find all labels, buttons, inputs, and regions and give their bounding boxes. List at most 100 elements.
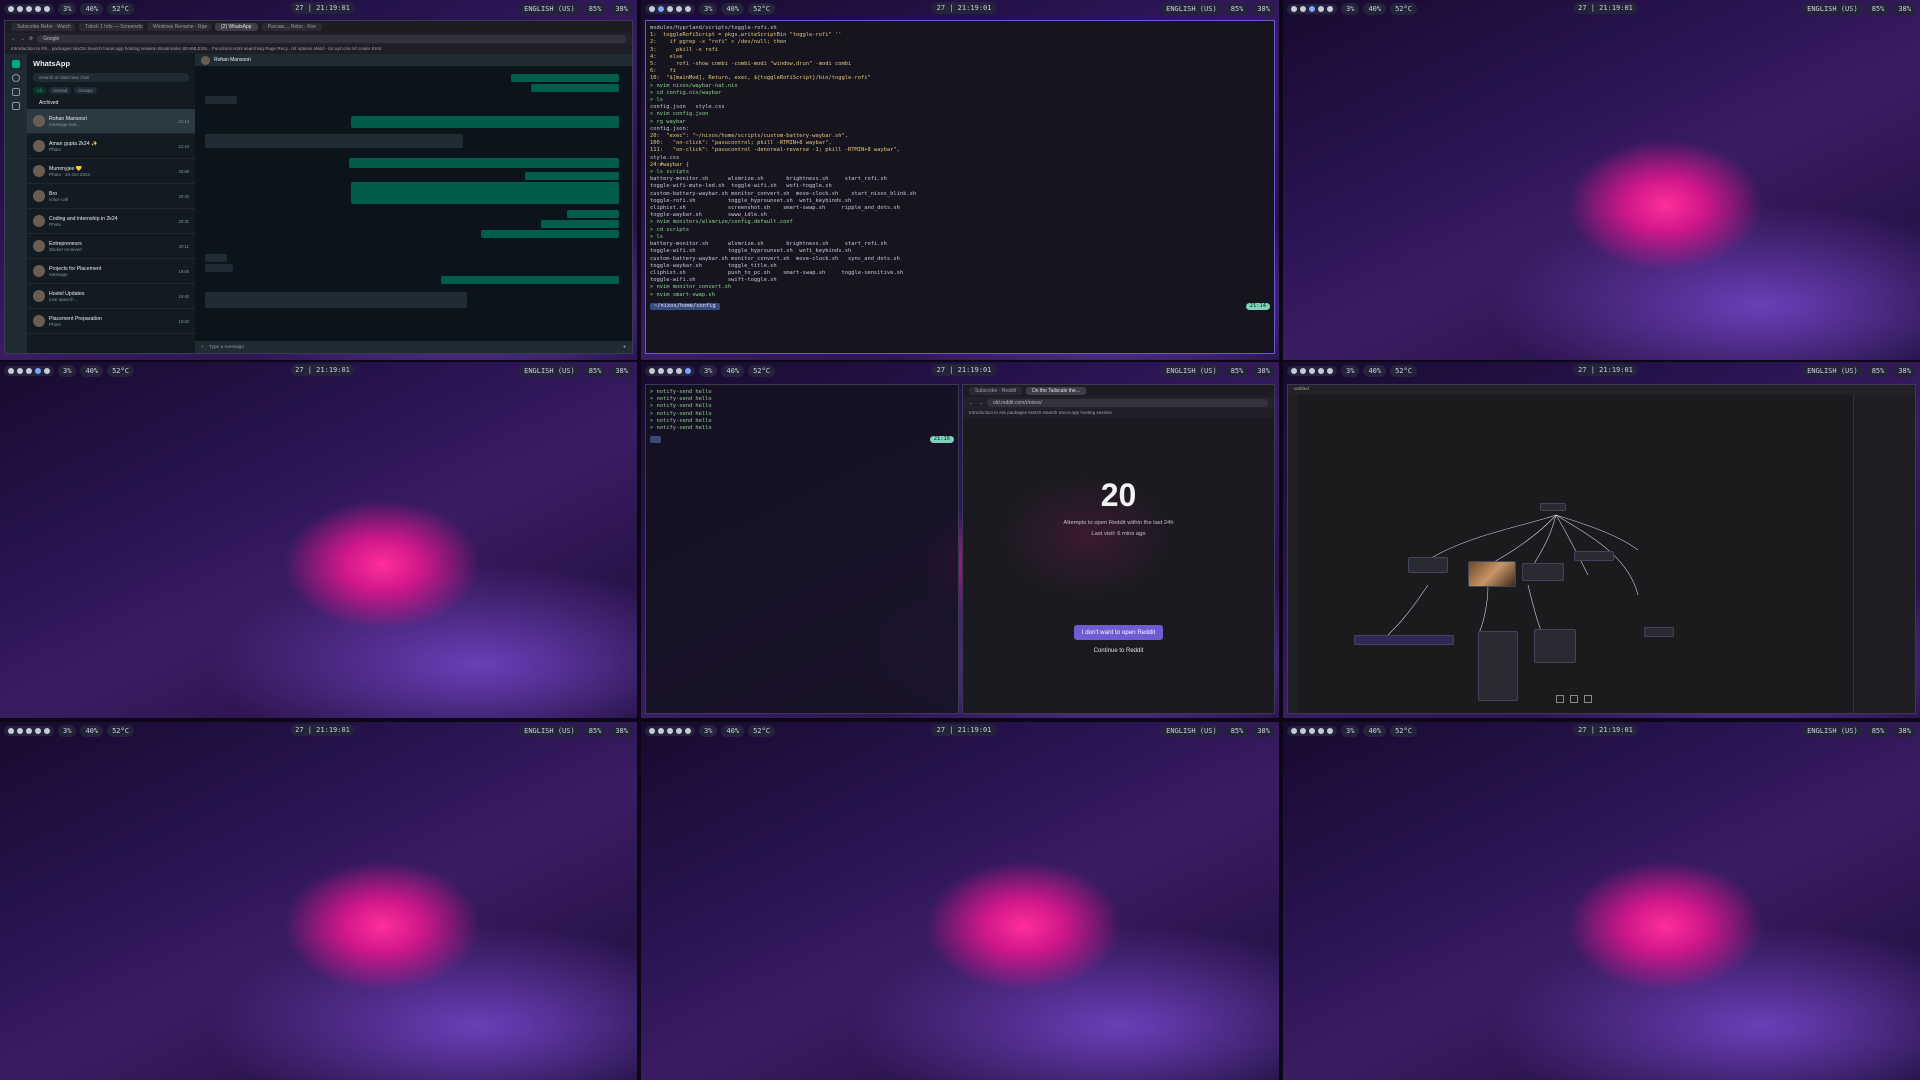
chats-icon[interactable] xyxy=(12,60,20,68)
language-indicator[interactable]: ENGLISH (US) xyxy=(519,725,580,737)
clock[interactable]: 27 | 21:19:01 xyxy=(1573,724,1638,736)
chat-list-item[interactable]: Coding and internship in 2k24 Photo 20:31 xyxy=(27,209,195,234)
clock[interactable]: 27 | 21:19:01 xyxy=(1573,364,1638,376)
image-node[interactable] xyxy=(1468,561,1516,587)
tab[interactable]: Subscribe · Reddit xyxy=(969,387,1023,395)
node[interactable] xyxy=(1354,635,1454,645)
terminal-window[interactable]: modules/hyprland/scripts/toggle-rofi.sh 1… xyxy=(645,20,1275,354)
filter-unread[interactable]: Unread xyxy=(48,87,72,94)
clock[interactable]: 27 | 21:19:01 xyxy=(290,364,355,376)
workspace-dots[interactable] xyxy=(645,726,695,736)
chat-list-item[interactable]: Projects for Placement message 19:55 xyxy=(27,259,195,284)
bookmarks-bar[interactable]: Introduction to Rli... packages NixOS Se… xyxy=(5,45,632,54)
mic-icon[interactable]: ● xyxy=(623,345,626,350)
terminal-line: > ls xyxy=(650,233,663,240)
node[interactable] xyxy=(1408,557,1448,573)
node[interactable] xyxy=(1540,503,1566,511)
message-input[interactable]: Type a message xyxy=(209,345,618,350)
workspace-dots[interactable] xyxy=(1287,726,1337,736)
prompt-line[interactable]: 21:16 xyxy=(650,436,954,444)
attach-icon[interactable]: + xyxy=(201,345,204,350)
dont-open-button[interactable]: I don't want to open Reddit xyxy=(1073,625,1164,640)
address-field[interactable]: old.reddit.com/r/nixos/ xyxy=(987,399,1268,407)
volume-indicator[interactable]: 85% xyxy=(583,365,607,377)
tab-whatsapp[interactable]: (2) WhatsApp xyxy=(215,23,258,31)
clock[interactable]: 27 | 21:19:01 xyxy=(290,2,355,14)
tab-active[interactable]: Do the Tailscale the... xyxy=(1026,387,1086,395)
top-bar: 3% 40% 52°C 27 | 21:19:01 ENGLISH (US) 8… xyxy=(0,722,637,740)
volume-indicator[interactable]: 85% xyxy=(1225,3,1249,15)
volume-indicator[interactable]: 85% xyxy=(1866,725,1890,737)
status-icon[interactable] xyxy=(12,74,20,82)
message-bubble xyxy=(205,134,463,148)
volume-indicator[interactable]: 85% xyxy=(1225,365,1249,377)
chat-list-item[interactable]: Placement Preparation Photo 19:20 xyxy=(27,309,195,334)
avatar[interactable] xyxy=(201,55,210,65)
tab[interactable]: Subscribe Rebo · Watch xyxy=(11,23,75,31)
reload-icon[interactable]: ⟳ xyxy=(29,36,33,42)
chat-list-item[interactable]: Bro voice call 20:40 xyxy=(27,184,195,209)
volume-indicator[interactable]: 85% xyxy=(1225,725,1249,737)
forward-icon[interactable]: → xyxy=(20,36,25,42)
language-indicator[interactable]: ENGLISH (US) xyxy=(1802,3,1863,15)
communities-icon[interactable] xyxy=(12,102,20,110)
workspace-dots[interactable] xyxy=(1287,366,1337,376)
search-input[interactable]: Search or start new chat xyxy=(33,73,189,82)
workspace-dots[interactable] xyxy=(4,726,54,736)
language-indicator[interactable]: ENGLISH (US) xyxy=(1802,725,1863,737)
clock[interactable]: 27 | 21:19:01 xyxy=(1573,2,1638,14)
tab[interactable]: Windows Rename · Rpe xyxy=(147,23,211,31)
volume-indicator[interactable]: 85% xyxy=(1866,3,1890,15)
address-field[interactable]: Google xyxy=(37,35,626,43)
workspace-dots[interactable] xyxy=(645,4,695,14)
chat-list-item[interactable]: Aman gupta 2k24 ✨ Photo 21:10 xyxy=(27,134,195,159)
clock[interactable]: 27 | 21:19:01 xyxy=(931,364,997,376)
tool-icon[interactable] xyxy=(1570,695,1578,703)
terminal-window[interactable]: > notify-send hello > notify-send hello > … xyxy=(645,384,959,714)
clock[interactable]: 27 | 21:19:01 xyxy=(931,2,997,14)
node[interactable] xyxy=(1644,627,1674,637)
filter-groups[interactable]: Groups xyxy=(74,87,97,94)
chat-list-item[interactable]: Rohan Mansoori message text... 21:14 xyxy=(27,109,195,134)
workspace-dots[interactable] xyxy=(1287,4,1337,14)
tool-icon[interactable] xyxy=(1584,695,1592,703)
tab[interactable]: Parcaw..., Rebo · Fire xyxy=(261,23,322,31)
language-indicator[interactable]: ENGLISH (US) xyxy=(1161,3,1222,15)
tool-icon[interactable] xyxy=(1556,695,1564,703)
continue-link[interactable]: Continue to Reddit xyxy=(963,648,1274,654)
chat-list-item[interactable]: Mummyjee 💛 Photo · 24 Oct 2024 20:59 xyxy=(27,159,195,184)
node[interactable] xyxy=(1522,563,1564,581)
terminal-line: 2: if pgrep -x "rofi" > /dev/null; then xyxy=(650,39,787,46)
volume-indicator[interactable]: 85% xyxy=(1866,365,1890,377)
node-graph[interactable] xyxy=(1288,385,1916,714)
node[interactable] xyxy=(1574,551,1614,561)
chat-list-item[interactable]: Hostel Updates Live speech ... 19:40 xyxy=(27,284,195,309)
clock[interactable]: 27 | 21:19:01 xyxy=(290,724,355,736)
volume-indicator[interactable]: 85% xyxy=(583,3,607,15)
clock[interactable]: 27 | 21:19:01 xyxy=(931,724,997,736)
workspace-dots[interactable] xyxy=(4,4,54,14)
node[interactable] xyxy=(1478,631,1518,701)
forward-icon[interactable]: → xyxy=(978,400,983,406)
filter-all[interactable]: All xyxy=(33,87,46,94)
volume-indicator[interactable]: 85% xyxy=(583,725,607,737)
prompt-line[interactable]: ~/nixos/home/config 21:14 xyxy=(650,302,1270,310)
language-indicator[interactable]: ENGLISH (US) xyxy=(1802,365,1863,377)
language-indicator[interactable]: ENGLISH (US) xyxy=(519,365,580,377)
workspace-dots[interactable] xyxy=(645,366,695,376)
archived-row[interactable]: Archived xyxy=(27,97,195,109)
language-indicator[interactable]: ENGLISH (US) xyxy=(519,3,580,15)
terminal-line: 3: pkill -x rofi xyxy=(650,46,719,53)
contact-name[interactable]: Rohan Mansoori xyxy=(214,57,251,63)
tab[interactable]: Tdeck 1 Info — Screenshot xyxy=(79,23,143,31)
workspace-dots[interactable] xyxy=(4,366,54,376)
language-indicator[interactable]: ENGLISH (US) xyxy=(1161,365,1222,377)
channels-icon[interactable] xyxy=(12,88,20,96)
back-icon[interactable]: ← xyxy=(11,36,16,42)
tab-bar: Subscribe · Reddit Do the Tailscale the.… xyxy=(963,385,1274,397)
bookmarks-bar[interactable]: Introduction to Nix packages NixOS Searc… xyxy=(963,409,1274,418)
node[interactable] xyxy=(1534,629,1576,663)
language-indicator[interactable]: ENGLISH (US) xyxy=(1161,725,1222,737)
chat-list-item[interactable]: Entrepreneurs Sticker received 20:11 xyxy=(27,234,195,259)
back-icon[interactable]: ← xyxy=(969,400,974,406)
